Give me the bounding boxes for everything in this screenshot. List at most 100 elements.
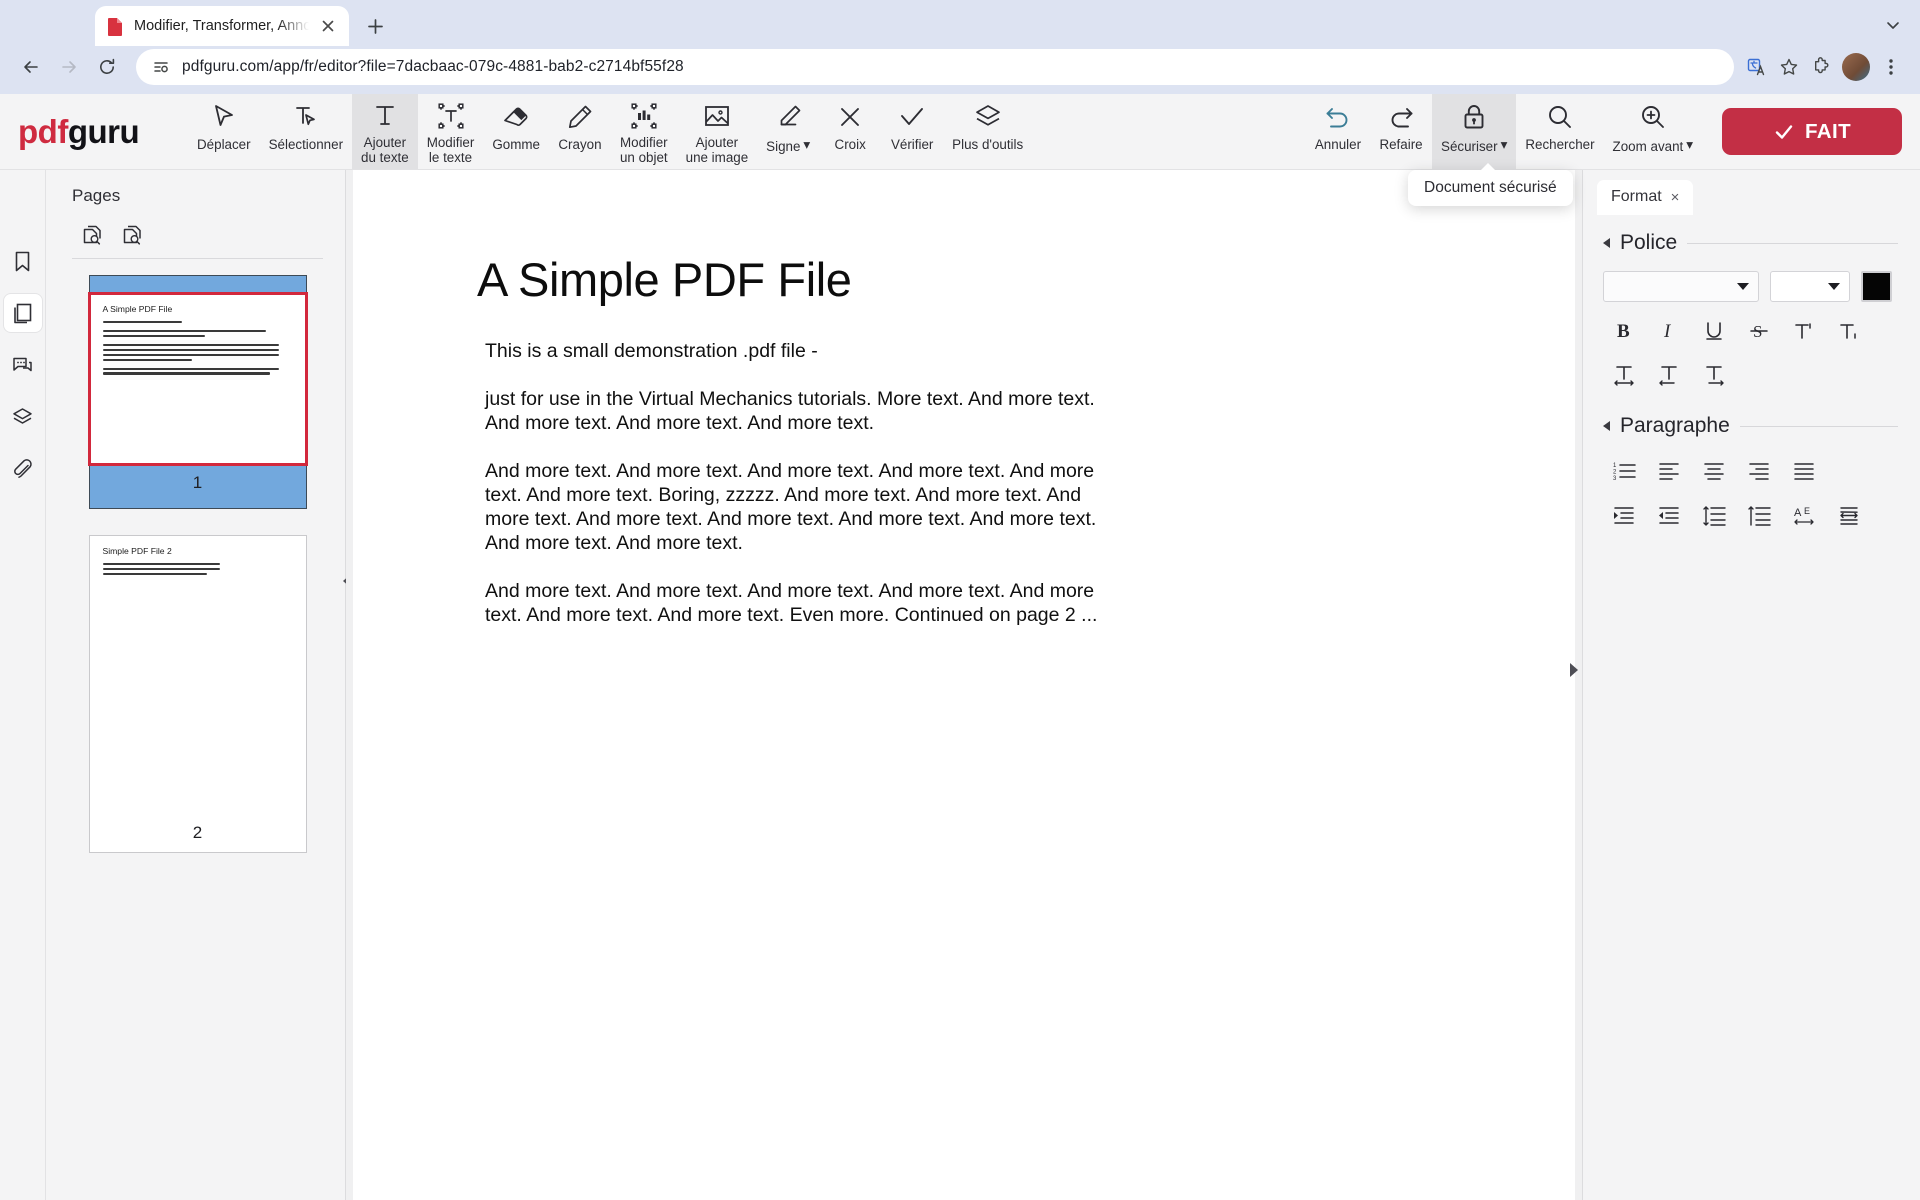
tool-gomme[interactable]: Gomme bbox=[483, 94, 549, 169]
translate-icon[interactable] bbox=[1746, 56, 1768, 78]
format-panel-body: Police B I Paragraphe 1 2 3 A E bbox=[1583, 215, 1920, 532]
italic-icon[interactable]: I bbox=[1652, 314, 1686, 348]
thumbnail-text-block bbox=[102, 321, 293, 324]
new-tab-button[interactable] bbox=[361, 12, 389, 40]
pdf-page[interactable]: A Simple PDF File This is a small demons… bbox=[353, 170, 1575, 1200]
chevron-down-icon[interactable] bbox=[1880, 12, 1906, 38]
subscript-icon[interactable] bbox=[1832, 314, 1866, 348]
section-header-paragraphe[interactable]: Paragraphe bbox=[1603, 414, 1898, 438]
document-paragraph[interactable]: This is a small demonstration .pdf file … bbox=[485, 339, 1130, 363]
text-shrink-icon[interactable] bbox=[1652, 358, 1686, 392]
done-button[interactable]: FAIT bbox=[1722, 108, 1902, 155]
svg-text:2: 2 bbox=[1613, 470, 1617, 476]
distribute-lines-icon[interactable] bbox=[1832, 498, 1866, 532]
close-icon[interactable] bbox=[319, 17, 337, 35]
logo-guru-text: guru bbox=[67, 112, 140, 150]
omnibox-actions bbox=[1746, 53, 1906, 81]
tab-format[interactable]: Format × bbox=[1597, 180, 1694, 215]
chevron-down-icon[interactable]: ▾ bbox=[1501, 137, 1508, 152]
thumbnail-text-block bbox=[102, 344, 293, 361]
strikethrough-icon[interactable]: S bbox=[1742, 314, 1776, 348]
primary-tool-group: Déplacer Sélectionner Ajouter du texte M… bbox=[188, 94, 1032, 169]
thumbnail-preview: Simple PDF File 2 bbox=[89, 536, 306, 814]
tool-signe[interactable]: Signe ▾ bbox=[757, 94, 819, 169]
close-icon[interactable]: × bbox=[1671, 189, 1680, 206]
font-family-select[interactable] bbox=[1603, 271, 1759, 302]
line-spacing-icon[interactable] bbox=[1697, 498, 1731, 532]
numbered-list-icon[interactable]: 123 bbox=[1607, 454, 1641, 488]
tool-deplacer[interactable]: Déplacer bbox=[188, 94, 260, 169]
rail-item-pages[interactable] bbox=[3, 294, 42, 332]
svg-text:A: A bbox=[1794, 507, 1802, 519]
rail-item-bookmark[interactable] bbox=[4, 242, 42, 280]
divider bbox=[72, 258, 323, 259]
rail-item-layers[interactable] bbox=[4, 398, 42, 436]
align-center-icon[interactable] bbox=[1697, 454, 1731, 488]
reload-icon[interactable] bbox=[90, 50, 124, 84]
forward-arrow-icon[interactable] bbox=[52, 50, 86, 84]
paragraph-spacing-icon[interactable] bbox=[1742, 498, 1776, 532]
insert-page-icon[interactable] bbox=[81, 224, 103, 246]
tool-crayon[interactable]: Crayon bbox=[549, 94, 611, 169]
align-right-icon[interactable] bbox=[1742, 454, 1776, 488]
text-direction-icon[interactable]: AE bbox=[1787, 498, 1821, 532]
section-header-police[interactable]: Police bbox=[1603, 231, 1898, 255]
tool-croix[interactable]: Croix bbox=[819, 94, 881, 169]
zoom-in-icon bbox=[1638, 100, 1668, 134]
document-paragraph[interactable]: And more text. And more text. And more t… bbox=[485, 459, 1121, 555]
puzzle-icon[interactable] bbox=[1810, 56, 1832, 78]
tool-zoom-avant[interactable]: Zoom avant ▾ bbox=[1604, 94, 1702, 169]
chevron-down-icon[interactable]: ▾ bbox=[803, 137, 810, 152]
expand-format-panel-arrow[interactable] bbox=[1570, 663, 1578, 677]
thumbnail-page-2[interactable]: Simple PDF File 2 2 bbox=[88, 535, 307, 853]
tool-selectionner[interactable]: Sélectionner bbox=[260, 94, 352, 169]
logo-pdf-text: pdf bbox=[18, 112, 68, 150]
tool-rechercher[interactable]: Rechercher bbox=[1516, 94, 1603, 169]
tool-refaire[interactable]: Refaire bbox=[1370, 94, 1432, 169]
tool-verifier[interactable]: Vérifier bbox=[881, 94, 943, 169]
chevron-down-icon[interactable]: ▾ bbox=[1686, 137, 1693, 152]
align-justify-icon[interactable] bbox=[1787, 454, 1821, 488]
document-paragraph[interactable]: just for use in the Virtual Mechanics tu… bbox=[485, 387, 1130, 435]
tool-plus-doutils[interactable]: Plus d'outils bbox=[943, 94, 1032, 169]
address-bar[interactable]: pdfguru.com/app/fr/editor?file=7dacbaac-… bbox=[136, 49, 1734, 85]
thumbnail-preview: A Simple PDF File bbox=[87, 292, 308, 466]
app-logo[interactable]: pdfguru bbox=[0, 94, 188, 169]
thumbnail-page-1[interactable]: A Simple PDF File 1 bbox=[87, 275, 308, 509]
char-spacing-icon[interactable] bbox=[1607, 358, 1641, 392]
indent-increase-icon[interactable] bbox=[1607, 498, 1641, 532]
chevron-down-icon bbox=[1828, 283, 1840, 290]
extract-page-icon[interactable] bbox=[121, 224, 143, 246]
back-arrow-icon[interactable] bbox=[14, 50, 48, 84]
star-icon[interactable] bbox=[1778, 56, 1800, 78]
document-paragraph[interactable]: And more text. And more text. And more t… bbox=[485, 579, 1121, 627]
done-button-label: FAIT bbox=[1804, 119, 1851, 143]
underline-icon[interactable] bbox=[1697, 314, 1731, 348]
tool-ajouter-du-texte[interactable]: Ajouter du texte bbox=[352, 94, 418, 169]
tool-modifier-le-texte[interactable]: Modifier le texte bbox=[418, 94, 484, 169]
tool-modifier-un-objet[interactable]: Modifier un objet bbox=[611, 94, 677, 169]
superscript-icon[interactable] bbox=[1787, 314, 1821, 348]
page-info-icon[interactable] bbox=[150, 56, 172, 78]
font-color-swatch[interactable] bbox=[1861, 271, 1892, 302]
document-canvas[interactable]: A Simple PDF File This is a small demons… bbox=[346, 170, 1582, 1200]
browser-tab[interactable]: Modifier, Transformer, Annote bbox=[95, 6, 349, 46]
avatar[interactable] bbox=[1842, 53, 1870, 81]
indent-decrease-icon[interactable] bbox=[1652, 498, 1686, 532]
thumbnail-number: 2 bbox=[192, 823, 203, 842]
pages-panel: Pages A Simple PDF File 1 Simple PDF Fil… bbox=[46, 170, 351, 1200]
bold-icon[interactable]: B bbox=[1607, 314, 1641, 348]
collapse-triangle-icon[interactable] bbox=[1603, 238, 1610, 248]
collapse-triangle-icon[interactable] bbox=[1603, 421, 1610, 431]
text-expand-icon[interactable] bbox=[1697, 358, 1731, 392]
align-left-icon[interactable] bbox=[1652, 454, 1686, 488]
rail-item-comments[interactable] bbox=[4, 346, 42, 384]
tool-label: Déplacer bbox=[197, 137, 251, 152]
kebab-menu-icon[interactable] bbox=[1880, 56, 1902, 78]
tool-securiser[interactable]: Sécuriser ▾ bbox=[1432, 94, 1517, 169]
rail-item-attachments[interactable] bbox=[4, 450, 42, 488]
tool-ajouter-une-image[interactable]: Ajouter une image bbox=[677, 94, 758, 169]
thumbnail-text-block bbox=[102, 330, 293, 338]
font-size-select[interactable] bbox=[1770, 271, 1850, 302]
tool-annuler[interactable]: Annuler bbox=[1306, 94, 1370, 169]
